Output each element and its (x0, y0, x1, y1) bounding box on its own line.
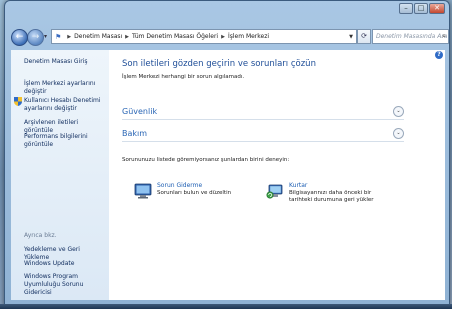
recovery-link[interactable]: Kurtar (289, 182, 381, 190)
expand-chevron-icon[interactable]: ⌄ (393, 106, 404, 117)
section-maintenance-label[interactable]: Bakım (122, 129, 147, 138)
navigation-bar: ← → ▾ ⚑ ▶ Denetim Masası ▶ Tüm Denetim M… (11, 28, 449, 48)
recovery-description: Bilgisayarınızı daha önceki bir tarihtek… (289, 190, 374, 203)
troubleshooting-link[interactable]: Sorun Giderme (157, 182, 249, 190)
window-controls: – □ ✕ (398, 3, 445, 14)
address-bar[interactable]: ⚑ ▶ Denetim Masası ▶ Tüm Denetim Masası … (51, 29, 357, 44)
refresh-button[interactable]: ⟳ (357, 29, 371, 44)
troubleshooting-description: Sorunları bulun ve düzeltin (157, 190, 232, 196)
breadcrumb-separator-icon[interactable]: ▶ (125, 34, 129, 40)
sidebar-link-change-action-center-settings[interactable]: İşlem Merkezi ayarlarını değiştir (24, 80, 106, 96)
sidebar: Denetim Masası Giriş İşlem Merkezi ayarl… (11, 50, 109, 300)
expand-chevron-icon[interactable]: ⌄ (393, 128, 404, 139)
search-input[interactable]: Denetim Masasında Ara ⌕ (372, 29, 449, 44)
recovery-tool[interactable]: Kurtar Bilgisayarınızı daha önceki bir t… (266, 182, 381, 204)
main-content: Son iletileri gözden geçirin ve sorunlar… (116, 50, 445, 300)
forward-button[interactable]: → (27, 29, 44, 46)
search-placeholder: Denetim Masasında Ara (376, 33, 448, 40)
address-dropdown-chevron-icon[interactable]: ▼ (349, 34, 353, 40)
recent-pages-chevron-icon[interactable]: ▾ (44, 33, 47, 40)
maximize-button[interactable]: □ (414, 3, 428, 14)
control-panel-icon: ⚑ (55, 32, 62, 41)
troubleshooting-tool[interactable]: Sorun Giderme Sorunları bulun ve düzelti… (134, 182, 249, 200)
title-bar[interactable]: – □ ✕ (5, 1, 449, 27)
sidebar-link-windows-update[interactable]: Windows Update (24, 260, 106, 268)
action-center-window: – □ ✕ ← → ▾ ⚑ ▶ Denetim Masası ▶ Tüm Den… (4, 0, 450, 307)
breadcrumb-separator-icon[interactable]: ▶ (67, 34, 71, 40)
taskbar-edge (0, 304, 452, 309)
section-maintenance[interactable]: Bakım ⌄ (122, 127, 404, 142)
close-button[interactable]: ✕ (429, 3, 445, 14)
breadcrumb-item[interactable]: Denetim Masası (74, 33, 122, 40)
troubleshooting-icon (134, 183, 152, 199)
uac-shield-icon (14, 97, 22, 106)
client-area: Denetim Masası Giriş İşlem Merkezi ayarl… (11, 50, 445, 300)
page-title: Son iletileri gözden geçirin ve sorunlar… (122, 59, 316, 69)
see-also-heading: Ayrıca bkz. (24, 232, 57, 239)
status-message: İşlem Merkezi herhangi bir sorun algılam… (122, 74, 245, 80)
back-button[interactable]: ← (11, 29, 28, 46)
troubleshoot-prompt: Sorununuzu listede göremiyorsanız şunlar… (122, 157, 290, 163)
section-security[interactable]: Güvenlik ⌄ (122, 105, 404, 120)
section-security-label[interactable]: Güvenlik (122, 107, 157, 116)
system-restore-icon (266, 184, 283, 199)
sidebar-link-control-panel-home[interactable]: Denetim Masası Giriş (24, 58, 106, 66)
search-icon[interactable]: ⌕ (442, 30, 446, 43)
sidebar-link-uac-settings[interactable]: Kullanıcı Hesabı Denetimi ayarlarını değ… (24, 97, 106, 113)
minimize-button[interactable]: – (399, 3, 413, 14)
breadcrumb-separator-icon[interactable]: ▶ (221, 34, 225, 40)
sidebar-link-program-compatibility[interactable]: Windows Program Uyumluluğu Sorunu Gideri… (24, 273, 106, 297)
breadcrumb-item[interactable]: İşlem Merkezi (228, 33, 269, 40)
sidebar-link-performance-info[interactable]: Performans bilgilerini görüntüle (24, 133, 106, 149)
breadcrumb-item[interactable]: Tüm Denetim Masası Öğeleri (132, 33, 218, 40)
